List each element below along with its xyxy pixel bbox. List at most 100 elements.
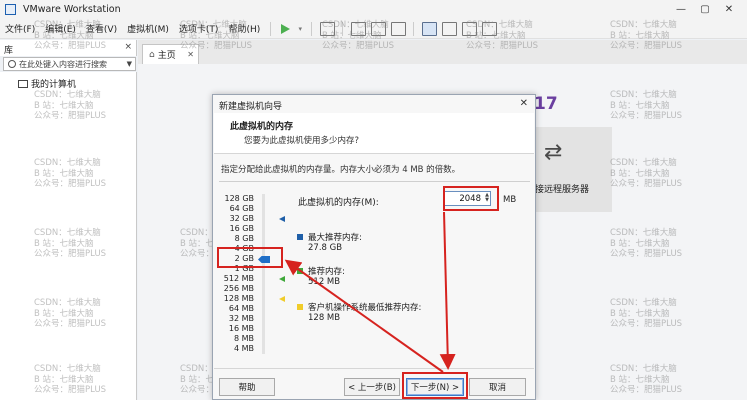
- window-controls: — ▢ ✕: [669, 0, 741, 19]
- scale-label: 32 MB: [228, 314, 254, 323]
- menu-view[interactable]: 查看(V): [81, 22, 122, 35]
- brand-version-text: 17: [534, 94, 558, 114]
- min-recommended-title: 客户机操作系统最低推荐内存:: [308, 303, 422, 313]
- scale-label: 128 MB: [223, 294, 254, 303]
- menu-edit[interactable]: 编辑(E): [40, 22, 81, 35]
- memory-unit: MB: [503, 195, 517, 205]
- tab-close-icon[interactable]: ✕: [187, 50, 194, 59]
- menu-help[interactable]: 帮助(H): [223, 22, 265, 35]
- snapshot-manager-icon: [390, 21, 406, 36]
- menu-bar: 文件(F) 编辑(E) 查看(V) 虚拟机(M) 选项卡(T) 帮助(H) ▾: [0, 19, 747, 39]
- snapshot-button[interactable]: [348, 21, 368, 37]
- library-tree: 我的计算机: [0, 72, 137, 400]
- dialog-title: 新建虚拟机向导: [219, 102, 283, 112]
- close-button[interactable]: ✕: [717, 0, 741, 19]
- tree-item-my-computer[interactable]: 我的计算机: [0, 72, 136, 90]
- help-button[interactable]: 帮助: [219, 378, 275, 396]
- send-ctrl-alt-del-button[interactable]: [317, 21, 337, 37]
- swap-arrows-icon: ⇄: [544, 140, 563, 165]
- scale-label: 16 MB: [228, 324, 254, 333]
- scale-label: 32 GB: [229, 214, 254, 223]
- tab-home[interactable]: ⌂ 主页 ✕: [142, 44, 199, 64]
- library-search-input[interactable]: 在此处键入内容进行搜索 ▼: [3, 57, 136, 71]
- min-recommended-marker-icon: [279, 296, 285, 302]
- toolbar-separator: [270, 21, 272, 36]
- max-recommended-title: 最大推荐内存:: [308, 233, 362, 243]
- dialog-heading: 此虚拟机的内存: [230, 122, 294, 132]
- library-close-icon[interactable]: ×: [124, 42, 132, 52]
- menu-tabs[interactable]: 选项卡(T): [174, 22, 224, 35]
- snapshot-icon: [350, 21, 366, 36]
- recommended-value: 512 MB: [308, 277, 341, 287]
- toolbar-separator: [311, 21, 313, 36]
- scale-label: 64 GB: [229, 204, 254, 213]
- connect-remote-server-card[interactable]: ⇄ 接远程服务器: [531, 127, 612, 212]
- scale-label: 128 GB: [224, 194, 255, 203]
- show-library-button[interactable]: [419, 21, 439, 37]
- memory-description: 指定分配给此虚拟机的内存量。内存大小必须为 4 MB 的倍数。: [221, 165, 461, 175]
- revert-snapshot-button[interactable]: [368, 21, 388, 37]
- snapshot-manager-button[interactable]: [388, 21, 408, 37]
- max-recommended-square-icon: [297, 234, 303, 240]
- revert-icon: [370, 21, 386, 36]
- vmware-logo-icon: [5, 4, 16, 15]
- library-panel-header: 库 ×: [0, 40, 137, 56]
- tab-home-label: 主页: [157, 51, 176, 61]
- power-on-button[interactable]: [276, 21, 294, 37]
- memory-field-label: 此虚拟机的内存(M):: [298, 198, 379, 208]
- scale-label: 256 MB: [223, 284, 254, 293]
- library-title: 库: [4, 46, 14, 56]
- unity-button[interactable]: [479, 21, 499, 37]
- min-recommended-square-icon: [297, 304, 303, 310]
- toolbar-separator: [413, 21, 415, 36]
- divider: [214, 368, 534, 369]
- highlight-box-next-button: [402, 372, 468, 399]
- slider-track[interactable]: [262, 194, 265, 354]
- scale-label: 8 MB: [233, 334, 254, 343]
- fullscreen-icon: [461, 21, 477, 36]
- thumbnail-icon: [441, 21, 457, 36]
- back-button[interactable]: < 上一步(B): [344, 378, 400, 396]
- dialog-close-icon[interactable]: ✕: [520, 98, 528, 109]
- highlight-box-memory-input: [443, 186, 499, 211]
- scale-label: 64 MB: [228, 304, 254, 313]
- title-bar: VMware Workstation — ▢ ✕: [0, 0, 747, 19]
- memory-slider[interactable]: 128 GB 64 GB 32 GB 16 GB 8 GB 4 GB 2 GB …: [217, 194, 285, 354]
- dialog-header: 此虚拟机的内存 您要为此虚拟机使用多少内存?: [214, 113, 534, 154]
- search-icon: [8, 60, 16, 68]
- thumbnail-bar-button[interactable]: [439, 21, 459, 37]
- min-recommended-value: 128 MB: [308, 313, 341, 323]
- connect-remote-server-label: 接远程服务器: [535, 185, 590, 195]
- cancel-button[interactable]: 取消: [469, 378, 526, 396]
- scale-label: 16 GB: [229, 224, 254, 233]
- recommended-square-icon: [297, 268, 303, 274]
- menu-vm[interactable]: 虚拟机(M): [122, 22, 174, 35]
- power-dropdown-button[interactable]: ▾: [294, 21, 306, 37]
- max-recommended-marker-icon: [279, 216, 285, 222]
- divider: [219, 181, 530, 182]
- play-icon: [280, 23, 290, 34]
- tree-item-label: 我的计算机: [31, 80, 77, 90]
- library-search-placeholder: 在此处键入内容进行搜索: [19, 59, 107, 69]
- scale-label: 512 MB: [223, 274, 254, 283]
- minimize-button[interactable]: —: [669, 0, 693, 19]
- chevron-down-icon[interactable]: ▼: [127, 60, 132, 68]
- recommended-title: 推荐内存:: [308, 267, 345, 277]
- menu-file[interactable]: 文件(F): [0, 22, 40, 35]
- library-icon: [421, 21, 437, 36]
- scale-label: 4 MB: [233, 344, 254, 353]
- window-title: VMware Workstation: [23, 4, 121, 15]
- max-recommended-value: 27.8 GB: [308, 243, 343, 253]
- tab-bar: ⌂ 主页 ✕: [138, 40, 747, 64]
- scale-label: 8 GB: [234, 234, 254, 243]
- keyboard-icon: [319, 21, 335, 36]
- recommended-marker-icon: [279, 276, 285, 282]
- dialog-subheading: 您要为此虚拟机使用多少内存?: [244, 136, 360, 146]
- unity-icon: [481, 21, 497, 36]
- home-icon: ⌂: [149, 49, 155, 60]
- full-screen-button[interactable]: [459, 21, 479, 37]
- maximize-button[interactable]: ▢: [693, 0, 717, 19]
- toolbar-separator: [342, 21, 344, 36]
- highlight-box-scale: [217, 247, 283, 268]
- computer-icon: [18, 79, 28, 88]
